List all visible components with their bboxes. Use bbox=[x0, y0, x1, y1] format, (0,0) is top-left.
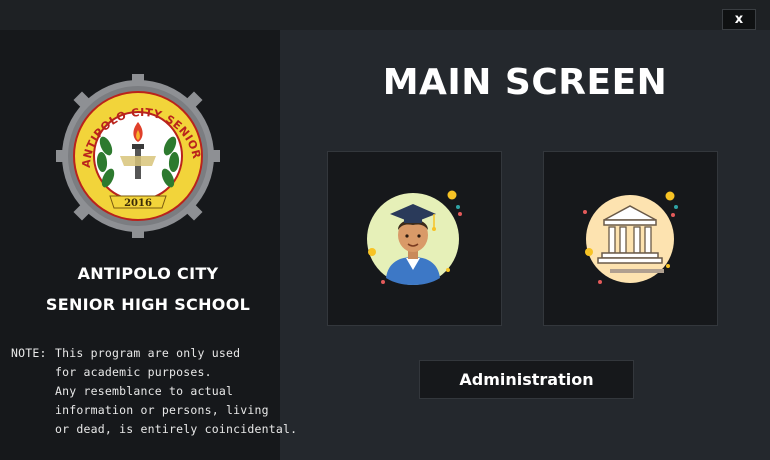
note-label: NOTE: bbox=[11, 346, 47, 360]
school-building-tile-button[interactable] bbox=[543, 151, 718, 326]
school-building-icon bbox=[583, 191, 678, 284]
note-line: information or persons, living bbox=[55, 403, 269, 417]
note-line: Any resemblance to actual bbox=[55, 384, 234, 398]
title-bar: x bbox=[0, 0, 770, 30]
school-name-line1: ANTIPOLO CITY bbox=[77, 264, 219, 283]
administration-button[interactable]: Administration bbox=[419, 360, 634, 399]
note-line: or dead, is entirely coincidental. bbox=[55, 422, 298, 436]
school-logo: ANTIPOLO CITY SENIOR HIGH SCHOOL 2016 bbox=[48, 70, 220, 238]
logo-year: 2016 bbox=[124, 198, 152, 209]
note-line: for academic purposes. bbox=[55, 365, 212, 379]
school-name-line2: SENIOR HIGH SCHOOL bbox=[45, 295, 251, 314]
note-line: This program are only used bbox=[55, 346, 241, 360]
student-icon bbox=[367, 190, 462, 285]
page-title: MAIN SCREEN bbox=[382, 62, 668, 103]
close-button[interactable]: x bbox=[722, 9, 756, 30]
student-tile-button[interactable] bbox=[327, 151, 502, 326]
year-ribbon: 2016 bbox=[109, 195, 167, 209]
